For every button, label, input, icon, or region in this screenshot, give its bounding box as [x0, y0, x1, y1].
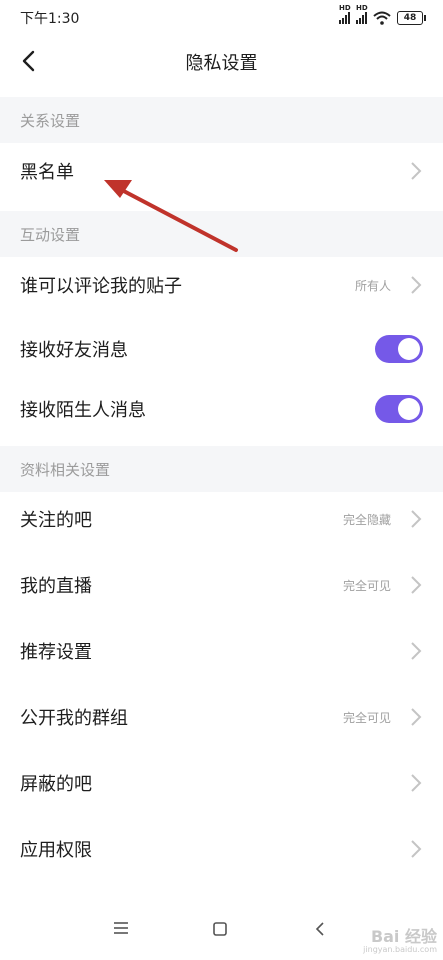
- back-triangle-icon[interactable]: [314, 921, 326, 937]
- battery-icon: 48: [397, 11, 426, 25]
- row-label: 接收好友消息: [20, 340, 128, 361]
- watermark-logo: Bai 经验 jingyan.baidu.com: [363, 926, 437, 954]
- row-value: 完全可见: [342, 578, 391, 593]
- chevron-right-icon: [411, 840, 422, 858]
- row-label: 应用权限: [20, 840, 92, 861]
- followed-bars-row[interactable]: 关注的吧 完全隐藏: [0, 486, 443, 552]
- blocked-bars-row[interactable]: 屏蔽的吧: [0, 750, 443, 816]
- home-square-icon[interactable]: [212, 921, 228, 937]
- row-label: 谁可以评论我的贴子: [20, 276, 182, 297]
- status-bar: 下午1:30 HD HD 48: [0, 0, 443, 36]
- toggle-knob: [398, 398, 420, 420]
- status-icons: HD HD 48: [339, 4, 426, 25]
- row-label: 推荐设置: [20, 642, 92, 663]
- row-label: 我的直播: [20, 576, 92, 597]
- chevron-right-icon: [411, 642, 422, 660]
- toggle-knob: [398, 338, 420, 360]
- watermark-sub: jingyan.baidu.com: [363, 944, 437, 954]
- section-header-relationship: 关系设置: [0, 97, 443, 143]
- status-time: 下午1:30: [20, 11, 80, 27]
- comment-permission-row[interactable]: 谁可以评论我的贴子 所有人: [0, 252, 443, 318]
- chevron-right-icon: [411, 276, 422, 294]
- row-label: 公开我的群组: [20, 708, 128, 729]
- chevron-left-icon[interactable]: [14, 46, 44, 76]
- page-title: 隐私设置: [185, 53, 258, 74]
- stranger-messages-row: 接收陌生人消息: [0, 376, 443, 442]
- chevron-right-icon: [411, 708, 422, 726]
- blacklist-row[interactable]: 黑名单: [0, 138, 443, 204]
- row-label: 屏蔽的吧: [20, 774, 92, 795]
- public-groups-row[interactable]: 公开我的群组 完全可见: [0, 684, 443, 750]
- row-label: 黑名单: [20, 162, 74, 183]
- row-value: 完全可见: [342, 710, 391, 725]
- nav-bar: 隐私设置: [0, 36, 443, 88]
- menu-icon[interactable]: [113, 921, 129, 935]
- signal-icon: HD: [339, 4, 351, 24]
- chevron-right-icon: [411, 510, 422, 528]
- friend-messages-toggle[interactable]: [375, 335, 423, 363]
- row-label: 关注的吧: [20, 510, 92, 531]
- row-value: 完全隐藏: [342, 512, 391, 527]
- chevron-right-icon: [411, 774, 422, 792]
- stranger-messages-toggle[interactable]: [375, 395, 423, 423]
- signal-icon: HD: [356, 4, 368, 24]
- my-live-row[interactable]: 我的直播 完全可见: [0, 552, 443, 618]
- row-label: 接收陌生人消息: [20, 400, 146, 421]
- battery-level: 48: [403, 13, 417, 23]
- friend-messages-row: 接收好友消息: [0, 316, 443, 382]
- watermark-brand: Bai 经验: [370, 926, 437, 946]
- chevron-right-icon: [411, 576, 422, 594]
- wifi-icon: [373, 11, 391, 25]
- chevron-right-icon: [411, 162, 422, 180]
- row-value: 所有人: [354, 278, 391, 293]
- recommend-settings-row[interactable]: 推荐设置: [0, 618, 443, 684]
- section-header-interaction: 互动设置: [0, 211, 443, 257]
- app-permissions-row[interactable]: 应用权限: [0, 816, 443, 882]
